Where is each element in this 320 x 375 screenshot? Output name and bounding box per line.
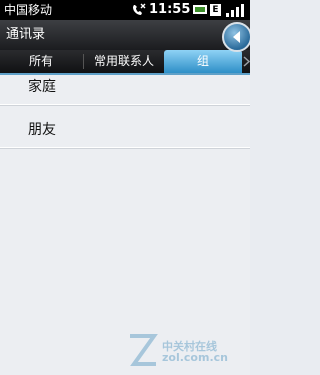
- page-title: 通讯录: [6, 27, 46, 42]
- back-button[interactable]: [222, 22, 250, 52]
- network-type-badge: E: [210, 4, 221, 16]
- signal-strength-icon: [226, 4, 244, 17]
- contacts-screen: 中国移动 11:55 E 通讯录 所有 常用联系人 组 家庭 朋友 中关村在线 …: [0, 0, 250, 375]
- back-arrow-icon: [233, 31, 240, 43]
- tab-favorites[interactable]: 常用联系人: [84, 50, 164, 73]
- group-list: 家庭 朋友: [0, 75, 250, 148]
- group-label: 家庭: [28, 79, 56, 95]
- clock: 11:55: [149, 2, 191, 17]
- zol-logo-icon: [130, 334, 158, 366]
- status-bar: 中国移动 11:55 E: [0, 0, 250, 20]
- list-item[interactable]: 家庭: [0, 71, 250, 105]
- watermark: 中关村在线 zol.com.cn: [120, 330, 250, 375]
- group-label: 朋友: [28, 122, 56, 138]
- tab-all[interactable]: 所有: [0, 50, 82, 73]
- tab-groups[interactable]: 组: [164, 50, 242, 73]
- missed-call-icon: [133, 3, 146, 15]
- list-item[interactable]: 朋友: [0, 114, 250, 148]
- title-bar: 通讯录: [0, 20, 250, 50]
- watermark-domain: zol.com.cn: [162, 351, 228, 364]
- carrier-name: 中国移动: [4, 3, 53, 17]
- battery-icon: [193, 5, 207, 14]
- chevron-right-icon[interactable]: [243, 56, 250, 67]
